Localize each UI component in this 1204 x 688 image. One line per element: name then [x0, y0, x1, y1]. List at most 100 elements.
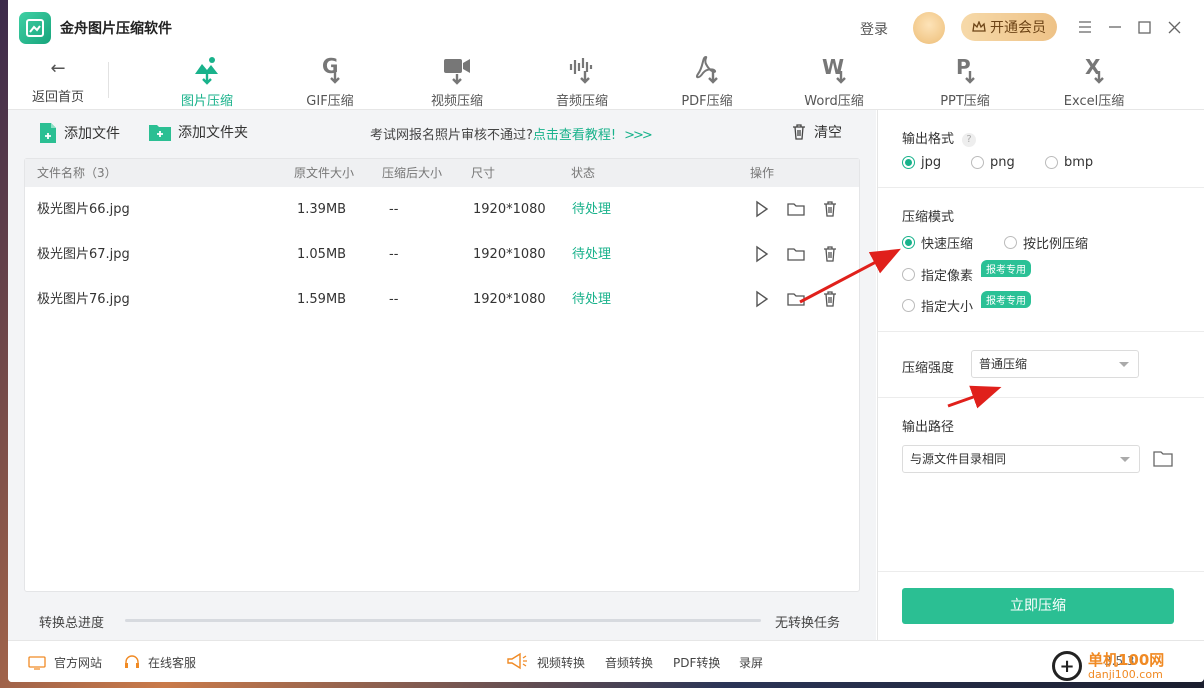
- col-comp-size: 压缩后大小: [382, 166, 443, 180]
- help-icon[interactable]: ?: [962, 133, 977, 147]
- format-radio-jpg[interactable]: jpg: [902, 155, 941, 170]
- comp-size: --: [389, 247, 399, 262]
- format-radio-png[interactable]: png: [971, 155, 1015, 170]
- footer: 官方网站 在线客服 视频转换 音频转换 PDF转换 录屏 3.5.3: [8, 640, 1204, 682]
- tip-text: 考试网报名照片审核不通过?: [370, 128, 533, 143]
- tab-label: 音频压缩: [555, 94, 608, 109]
- vip-button[interactable]: 开通会员: [961, 13, 1057, 41]
- status-badge: 待处理: [572, 292, 612, 307]
- play-icon[interactable]: [752, 245, 770, 263]
- file-table: 文件名称（3） 原文件大小 压缩后大小 尺寸 状态 操作 极光图片66.jpg …: [24, 158, 860, 592]
- tutorial-link[interactable]: 点击查看教程!: [533, 128, 616, 143]
- close-icon[interactable]: [1163, 16, 1185, 38]
- delete-icon[interactable]: [821, 290, 839, 308]
- dims: 1920*1080: [473, 292, 546, 307]
- compress-now-button[interactable]: 立即压缩: [902, 588, 1174, 624]
- tab-label: Word压缩: [804, 94, 864, 109]
- app-window: 金舟图片压缩软件 登录 开通会员 ← 返回首页 图片压缩 G GIF压缩 视频压…: [8, 0, 1204, 682]
- chevron-down-icon: [1119, 362, 1129, 367]
- tab-gif-compress[interactable]: G GIF压缩: [285, 52, 375, 109]
- add-file-button[interactable]: 添加文件: [38, 122, 120, 144]
- strength-select[interactable]: 普通压缩: [971, 350, 1139, 378]
- clear-button[interactable]: 清空: [792, 122, 842, 142]
- output-path-select[interactable]: 与源文件目录相同: [902, 445, 1140, 473]
- play-icon[interactable]: [752, 200, 770, 218]
- tab-word-compress[interactable]: W Word压缩: [789, 52, 879, 109]
- word-compress-icon: W: [822, 55, 846, 84]
- back-home-button[interactable]: ← 返回首页: [28, 54, 88, 105]
- maximize-icon[interactable]: [1133, 16, 1155, 38]
- gif-compress-icon: G: [322, 54, 340, 84]
- pdf-convert-link[interactable]: PDF转换: [673, 654, 720, 671]
- add-folder-button[interactable]: 添加文件夹: [148, 122, 248, 142]
- table-row[interactable]: 极光图片67.jpg 1.05MB -- 1920*1080 待处理: [25, 232, 859, 277]
- headset-icon: [125, 655, 139, 668]
- tab-audio-compress[interactable]: 音频压缩: [537, 52, 627, 109]
- col-ops: 操作: [750, 166, 775, 180]
- mode-radio-size[interactable]: 指定大小 报考专用: [902, 291, 1032, 315]
- radio-label: 快速压缩: [921, 237, 974, 252]
- delete-icon[interactable]: [821, 245, 839, 263]
- play-icon[interactable]: [752, 290, 770, 308]
- mode-radio-pixels[interactable]: 指定像素 报考专用: [902, 260, 1032, 284]
- online-support-link[interactable]: 在线客服: [124, 654, 196, 671]
- tab-excel-compress[interactable]: X Excel压缩: [1049, 52, 1139, 109]
- output-path-title: 输出路径: [902, 420, 955, 435]
- tab-video-compress[interactable]: 视频压缩: [412, 52, 502, 109]
- menu-icon[interactable]: [1074, 16, 1096, 38]
- add-file-label: 添加文件: [64, 126, 120, 142]
- watermark: + 单机100网 danji100.com: [1052, 644, 1204, 688]
- col-status: 状态: [571, 166, 596, 180]
- video-convert-link[interactable]: 视频转换: [537, 654, 585, 671]
- mode-radio-fast[interactable]: 快速压缩: [902, 233, 973, 252]
- radio-dot: [902, 156, 915, 169]
- exam-badge: 报考专用: [981, 260, 1032, 277]
- tool-nav: ← 返回首页 图片压缩 G GIF压缩 视频压缩 音频压缩 PDF压缩 W Wo…: [8, 52, 1204, 110]
- table-row[interactable]: 极光图片66.jpg 1.39MB -- 1920*1080 待处理: [25, 187, 859, 232]
- add-folder-icon: [149, 125, 171, 141]
- tab-pdf-compress[interactable]: PDF压缩: [662, 52, 752, 109]
- watermark-logo: +: [1052, 651, 1082, 681]
- progress-bar: [125, 619, 761, 622]
- radio-dot: [902, 268, 915, 281]
- table-row[interactable]: 极光图片76.jpg 1.59MB -- 1920*1080 待处理: [25, 277, 859, 322]
- dims: 1920*1080: [473, 247, 546, 262]
- delete-icon[interactable]: [821, 200, 839, 218]
- tab-ppt-compress[interactable]: P PPT压缩: [920, 52, 1010, 109]
- orig-size: 1.05MB: [297, 247, 347, 262]
- status-badge: 待处理: [572, 202, 612, 217]
- monitor-icon: [28, 655, 46, 670]
- watermark-sub: danji100.com: [1088, 667, 1163, 681]
- format-radio-bmp[interactable]: bmp: [1045, 155, 1093, 170]
- output-format-label: 输出格式: [902, 132, 955, 147]
- folder-icon[interactable]: [787, 200, 805, 218]
- chevrons-icon: >>>: [624, 128, 653, 143]
- folder-icon[interactable]: [787, 290, 805, 308]
- settings-panel: 输出格式? jpg png bmp 压缩模式 快速压缩 按比例压缩 指定像素 报考…: [877, 110, 1204, 640]
- audio-convert-link[interactable]: 音频转换: [605, 654, 653, 671]
- support-label: 在线客服: [148, 656, 197, 670]
- file-name: 极光图片67.jpg: [37, 247, 130, 262]
- tab-label: PDF压缩: [681, 94, 733, 109]
- status-badge: 待处理: [572, 247, 612, 262]
- minimize-icon[interactable]: [1104, 16, 1126, 38]
- strength-section: 压缩强度 普通压缩: [878, 332, 1204, 398]
- mode-radio-ratio[interactable]: 按比例压缩: [1004, 233, 1088, 252]
- col-orig-size: 原文件大小: [294, 166, 355, 180]
- login-link[interactable]: 登录: [860, 19, 888, 39]
- title-bar: 金舟图片压缩软件 登录 开通会员: [8, 0, 1204, 52]
- watermark-text: 单机100网: [1088, 650, 1165, 669]
- tab-label: 图片压缩: [180, 94, 233, 109]
- screen-record-link[interactable]: 录屏: [739, 654, 763, 671]
- browse-folder-icon[interactable]: [1153, 450, 1173, 467]
- file-name: 极光图片76.jpg: [37, 292, 130, 307]
- tab-image-compress[interactable]: 图片压缩: [162, 52, 252, 109]
- official-website-link[interactable]: 官方网站: [28, 654, 102, 671]
- folder-icon[interactable]: [787, 245, 805, 263]
- compress-mode-section: 压缩模式 快速压缩 按比例压缩 指定像素 报考专用 指定大小 报考专用: [878, 188, 1204, 332]
- file-panel: 添加文件 添加文件夹 考试网报名照片审核不通过?点击查看教程! >>> 清空 文件…: [8, 110, 876, 640]
- radio-dot: [1045, 156, 1058, 169]
- tab-label: GIF压缩: [306, 94, 354, 109]
- avatar[interactable]: [913, 12, 945, 44]
- exam-badge: 报考专用: [981, 291, 1032, 308]
